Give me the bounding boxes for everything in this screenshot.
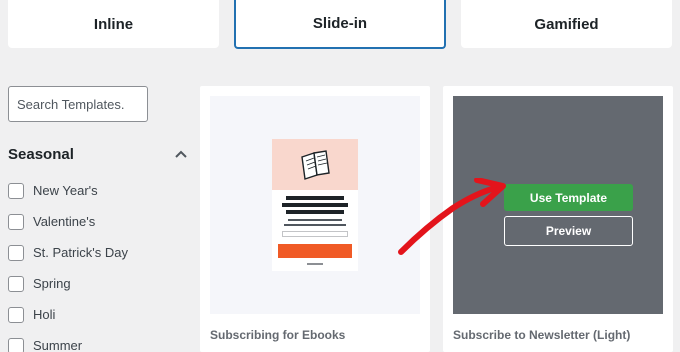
preview-text-line bbox=[288, 219, 342, 221]
preview-heading-line bbox=[286, 196, 344, 200]
checkbox[interactable] bbox=[8, 213, 24, 230]
checkbox[interactable] bbox=[8, 182, 24, 199]
tab-gamified[interactable]: Gamified bbox=[461, 0, 672, 48]
category-valentines[interactable]: Valentine's bbox=[8, 206, 128, 237]
checkbox[interactable] bbox=[8, 275, 24, 292]
category-label: St. Patrick's Day bbox=[33, 245, 128, 260]
category-label: Summer bbox=[33, 338, 83, 352]
category-label: Holi bbox=[33, 307, 56, 322]
preview-button bbox=[278, 244, 352, 258]
template-card-ebooks[interactable]: Subscribing for Ebooks bbox=[200, 86, 430, 352]
category-summer[interactable]: Summer bbox=[8, 330, 128, 352]
preview-header bbox=[272, 139, 358, 190]
search-templates-input[interactable] bbox=[8, 86, 148, 122]
use-template-button[interactable]: Use Template bbox=[504, 184, 633, 211]
template-thumbnail-overlay: Use Template Preview bbox=[453, 96, 663, 314]
seasonal-section-header[interactable]: Seasonal bbox=[8, 144, 188, 164]
category-label: New Year's bbox=[33, 183, 98, 198]
preview-button[interactable]: Preview bbox=[504, 216, 633, 246]
template-card-newsletter-light[interactable]: Use Template Preview Subscribe to Newsle… bbox=[443, 86, 673, 352]
template-title: Subscribing for Ebooks bbox=[210, 328, 346, 342]
checkbox[interactable] bbox=[8, 337, 24, 352]
category-holi[interactable]: Holi bbox=[8, 299, 128, 330]
category-spring[interactable]: Spring bbox=[8, 268, 128, 299]
template-thumbnail bbox=[210, 96, 420, 314]
checkbox[interactable] bbox=[8, 244, 24, 261]
checkbox[interactable] bbox=[8, 306, 24, 323]
tab-inline[interactable]: Inline bbox=[8, 0, 219, 48]
category-label: Spring bbox=[33, 276, 71, 291]
preview-heading-line bbox=[282, 203, 348, 207]
preview-text-line bbox=[284, 224, 346, 226]
preview-input-field bbox=[282, 231, 348, 237]
category-label: Valentine's bbox=[33, 214, 96, 229]
template-preview-mini bbox=[272, 139, 358, 271]
preview-heading-line bbox=[286, 210, 344, 214]
preview-footer-line bbox=[307, 263, 323, 265]
category-list: New Year's Valentine's St. Patrick's Day… bbox=[8, 175, 128, 352]
category-new-years[interactable]: New Year's bbox=[8, 175, 128, 206]
book-icon bbox=[301, 150, 330, 180]
chevron-up-icon[interactable] bbox=[174, 147, 188, 161]
category-st-patricks-day[interactable]: St. Patrick's Day bbox=[8, 237, 128, 268]
section-title: Seasonal bbox=[8, 145, 74, 163]
tab-slide-in[interactable]: Slide-in bbox=[234, 0, 446, 49]
template-title: Subscribe to Newsletter (Light) bbox=[453, 328, 631, 342]
